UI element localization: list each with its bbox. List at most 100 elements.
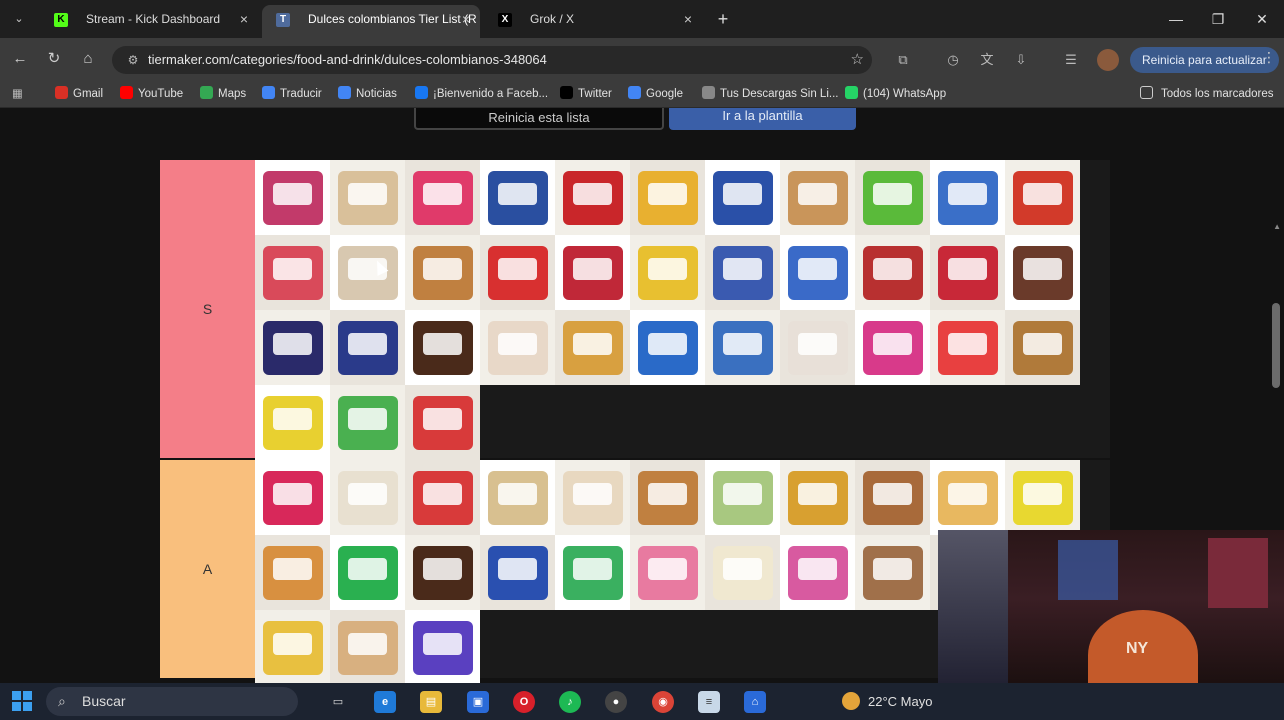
address-bar[interactable]: ⚙ tiermaker.com/categories/food-and-drin… xyxy=(112,46,872,74)
profile-avatar[interactable] xyxy=(1097,49,1119,71)
app-icon[interactable]: ⌂ xyxy=(744,691,766,713)
tier-item[interactable] xyxy=(930,460,1005,535)
tier-item[interactable] xyxy=(1005,235,1080,310)
update-button[interactable]: Reinicia para actualizar xyxy=(1130,47,1279,73)
store-icon[interactable]: ▣ xyxy=(467,691,489,713)
tier-item[interactable] xyxy=(330,160,405,235)
extensions-icon[interactable]: ⧉ xyxy=(892,49,914,71)
tier-item[interactable] xyxy=(255,460,330,535)
tier-item[interactable] xyxy=(405,460,480,535)
tier-item[interactable] xyxy=(480,310,555,385)
tab-grok[interactable]: X Grok / X × xyxy=(484,5,702,38)
bookmark-5[interactable]: ¡Bienvenido a Faceb... xyxy=(415,85,548,103)
apps-grid-icon[interactable]: ▦ xyxy=(12,85,23,103)
back-arrow-icon[interactable]: ← xyxy=(8,48,32,70)
tier-item[interactable] xyxy=(405,160,480,235)
tier-item[interactable] xyxy=(480,160,555,235)
tier-label[interactable]: A xyxy=(160,460,255,678)
bookmark-8[interactable]: Tus Descargas Sin Li... xyxy=(702,85,838,103)
close-icon[interactable]: × xyxy=(462,5,470,33)
tier-item[interactable] xyxy=(330,385,405,460)
tier-item[interactable] xyxy=(780,310,855,385)
tier-item[interactable] xyxy=(555,460,630,535)
tier-item[interactable] xyxy=(855,535,930,610)
scroll-up-arrow[interactable]: ▲ xyxy=(1273,222,1281,231)
tier-item[interactable] xyxy=(780,460,855,535)
tier-item[interactable] xyxy=(705,460,780,535)
tier-item[interactable] xyxy=(705,310,780,385)
url-text[interactable]: tiermaker.com/categories/food-and-drink/… xyxy=(148,46,547,74)
tier-item[interactable] xyxy=(330,460,405,535)
task-view-icon[interactable]: ▭ xyxy=(327,691,349,713)
tier-item[interactable] xyxy=(405,610,480,683)
bookmark-9[interactable]: (104) WhatsApp xyxy=(845,85,946,103)
tier-item[interactable] xyxy=(555,535,630,610)
bookmark-6[interactable]: Twitter xyxy=(560,85,612,103)
tier-item[interactable] xyxy=(330,235,405,310)
tier-item[interactable] xyxy=(855,310,930,385)
spotify-icon[interactable]: ♪ xyxy=(559,691,581,713)
tier-item[interactable] xyxy=(555,310,630,385)
tier-item[interactable] xyxy=(330,310,405,385)
obs-icon[interactable]: ● xyxy=(605,691,627,713)
tier-item[interactable] xyxy=(1005,310,1080,385)
translate-icon[interactable]: 文 xyxy=(976,49,998,71)
bookmark-0[interactable]: Gmail xyxy=(55,85,103,103)
tier-item[interactable] xyxy=(255,610,330,683)
history-icon[interactable]: ◷ xyxy=(942,49,964,71)
taskbar-search[interactable]: ⌕ Buscar xyxy=(46,687,298,716)
tier-item[interactable] xyxy=(255,160,330,235)
restore-button[interactable]: ❐ xyxy=(1198,6,1238,32)
scrollbar-thumb[interactable] xyxy=(1272,303,1280,388)
tier-item[interactable] xyxy=(1005,160,1080,235)
tier-item[interactable] xyxy=(705,235,780,310)
weather-widget[interactable]: 22°C Mayo xyxy=(842,683,932,720)
tier-item[interactable] xyxy=(480,460,555,535)
chrome-icon[interactable]: ◉ xyxy=(652,691,674,713)
all-bookmarks-folder[interactable]: Todos los marcadores xyxy=(1140,85,1274,103)
tier-item[interactable] xyxy=(255,385,330,460)
tier-item[interactable] xyxy=(705,535,780,610)
tier-label[interactable]: S xyxy=(160,160,255,458)
go-to-template-button[interactable]: Ir a la plantilla xyxy=(669,108,856,130)
bookmark-2[interactable]: Maps xyxy=(200,85,246,103)
tier-item[interactable] xyxy=(405,235,480,310)
reload-icon[interactable]: ↻ xyxy=(42,48,66,70)
start-button[interactable] xyxy=(12,691,32,711)
reading-list-icon[interactable]: ☰ xyxy=(1060,49,1082,71)
tier-item[interactable] xyxy=(555,235,630,310)
tier-item[interactable] xyxy=(630,310,705,385)
close-icon[interactable]: × xyxy=(684,5,692,33)
tier-item[interactable] xyxy=(1005,460,1080,535)
menu-icon[interactable]: ⋮ xyxy=(1262,49,1276,66)
tier-item[interactable] xyxy=(930,160,1005,235)
tier-item[interactable] xyxy=(555,160,630,235)
tier-item[interactable] xyxy=(855,460,930,535)
tier-item[interactable] xyxy=(480,235,555,310)
home-icon[interactable]: ⌂ xyxy=(76,48,100,70)
notepad-icon[interactable]: ≡ xyxy=(698,691,720,713)
tier-item[interactable] xyxy=(705,160,780,235)
tier-item[interactable] xyxy=(330,610,405,683)
tier-item[interactable] xyxy=(855,160,930,235)
tier-item[interactable] xyxy=(405,385,480,460)
opera-icon[interactable]: O xyxy=(513,691,535,713)
new-tab-button[interactable]: + xyxy=(712,8,734,30)
site-info-icon[interactable]: ⚙ xyxy=(124,51,142,69)
tier-item[interactable] xyxy=(780,535,855,610)
tier-item[interactable] xyxy=(930,310,1005,385)
tier-item[interactable] xyxy=(630,160,705,235)
tab-search-icon[interactable]: ⌄ xyxy=(8,8,30,30)
bookmark-star-icon[interactable]: ☆ xyxy=(851,50,864,68)
bookmark-1[interactable]: YouTube xyxy=(120,85,183,103)
window-close-button[interactable]: ✕ xyxy=(1242,6,1282,32)
restart-list-button[interactable]: Reinicia esta lista xyxy=(414,108,664,130)
tier-item[interactable] xyxy=(405,535,480,610)
tier-item[interactable] xyxy=(780,235,855,310)
edge-icon[interactable]: e xyxy=(374,691,396,713)
tab-kick-dashboard[interactable]: K Stream - Kick Dashboard × xyxy=(40,5,258,38)
bookmark-4[interactable]: Noticias xyxy=(338,85,397,103)
tier-item[interactable] xyxy=(255,310,330,385)
bookmark-7[interactable]: Google xyxy=(628,85,683,103)
tier-item[interactable] xyxy=(630,460,705,535)
